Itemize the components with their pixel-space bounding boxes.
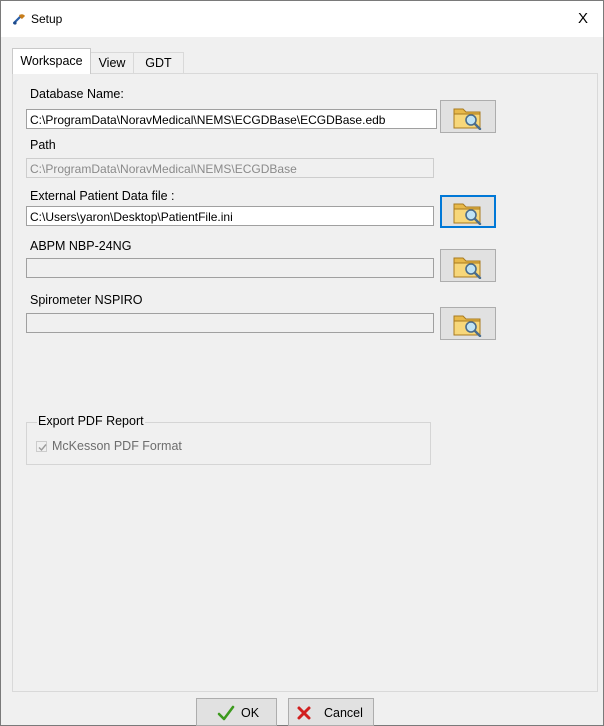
- tab-view[interactable]: View: [90, 52, 134, 73]
- external-patient-browse-button[interactable]: [440, 195, 496, 228]
- path-field: C:\ProgramData\NoravMedical\NEMS\ECGDBas…: [26, 158, 434, 178]
- checkmark-icon: [38, 444, 47, 452]
- cancel-label: Cancel: [324, 706, 363, 720]
- abpm-browse-button[interactable]: [440, 249, 496, 282]
- folder-search-icon: [453, 108, 482, 130]
- database-browse-button[interactable]: [440, 100, 496, 133]
- spirometer-browse-button[interactable]: [440, 307, 496, 340]
- export-pdf-group-label: Export PDF Report: [37, 414, 145, 428]
- tab-workspace[interactable]: Workspace: [12, 48, 91, 74]
- folder-search-icon: [453, 203, 482, 225]
- close-button[interactable]: X: [563, 1, 603, 37]
- spirometer-label: Spirometer NSPIRO: [30, 293, 143, 307]
- setup-window: Setup X Workspace View GDT Database Name…: [0, 0, 604, 726]
- window-title: Setup: [31, 12, 63, 26]
- cancel-button[interactable]: Cancel: [288, 698, 374, 726]
- abpm-label: ABPM NBP-24NG: [30, 239, 132, 253]
- external-patient-field[interactable]: C:\Users\yaron\Desktop\PatientFile.ini: [26, 206, 434, 226]
- mckesson-pdf-checkbox[interactable]: [36, 441, 47, 452]
- checkmark-icon: [217, 705, 235, 724]
- mckesson-pdf-label: McKesson PDF Format: [52, 439, 182, 453]
- ok-label: OK: [241, 706, 260, 720]
- tab-gdt[interactable]: GDT: [133, 52, 184, 73]
- abpm-field[interactable]: [26, 258, 434, 278]
- external-patient-label: External Patient Data file :: [30, 189, 175, 203]
- database-name-label: Database Name:: [30, 87, 124, 101]
- database-name-field[interactable]: C:\ProgramData\NoravMedical\NEMS\ECGDBas…: [26, 109, 437, 129]
- folder-search-icon: [453, 257, 482, 279]
- path-label: Path: [30, 138, 56, 152]
- app-tool-icon: [12, 13, 27, 25]
- ok-button[interactable]: OK: [196, 698, 277, 726]
- folder-search-icon: [453, 315, 482, 337]
- spirometer-field[interactable]: [26, 313, 434, 333]
- red-x-icon: [296, 705, 312, 724]
- title-bar: Setup X: [1, 1, 603, 37]
